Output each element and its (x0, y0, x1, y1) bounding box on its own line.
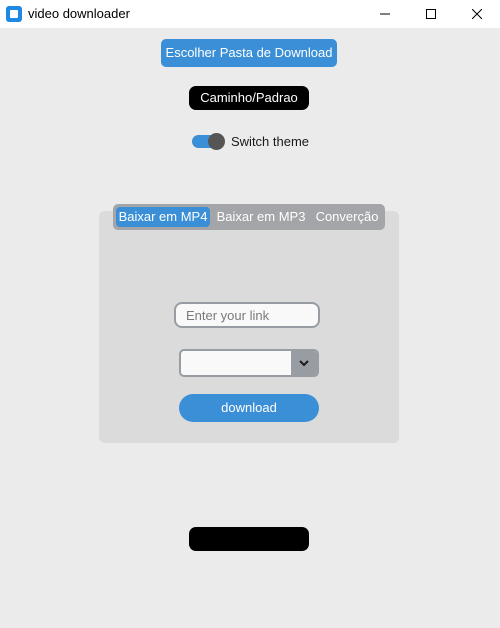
close-icon (472, 9, 482, 19)
choose-folder-button[interactable]: Escolher Pasta de Download (161, 39, 337, 67)
link-input[interactable] (174, 302, 320, 328)
minimize-button[interactable] (362, 0, 408, 28)
status-label (189, 527, 309, 551)
close-button[interactable] (454, 0, 500, 28)
window-title: video downloader (28, 6, 130, 21)
maximize-button[interactable] (408, 0, 454, 28)
minimize-icon (380, 13, 390, 15)
tab-baixar-mp4[interactable]: Baixar em MP4 (116, 207, 210, 227)
download-button[interactable]: download (179, 394, 319, 422)
theme-switch[interactable] (192, 133, 226, 150)
tab-conversao[interactable]: Converção (313, 207, 381, 227)
theme-switch-label[interactable]: Switch theme (231, 134, 309, 149)
tab-bar: Baixar em MP4 Baixar em MP3 Converção (113, 204, 385, 230)
app-icon (6, 6, 22, 22)
maximize-icon (426, 9, 436, 19)
quality-dropdown[interactable] (179, 349, 319, 377)
tab-baixar-mp3[interactable]: Baixar em MP3 (213, 207, 309, 227)
switch-knob (208, 133, 225, 150)
title-bar: video downloader (0, 0, 500, 28)
dropdown-arrow-button[interactable] (291, 351, 317, 375)
chevron-down-icon (299, 360, 309, 367)
download-path-label: Caminho/Padrao (189, 86, 309, 110)
